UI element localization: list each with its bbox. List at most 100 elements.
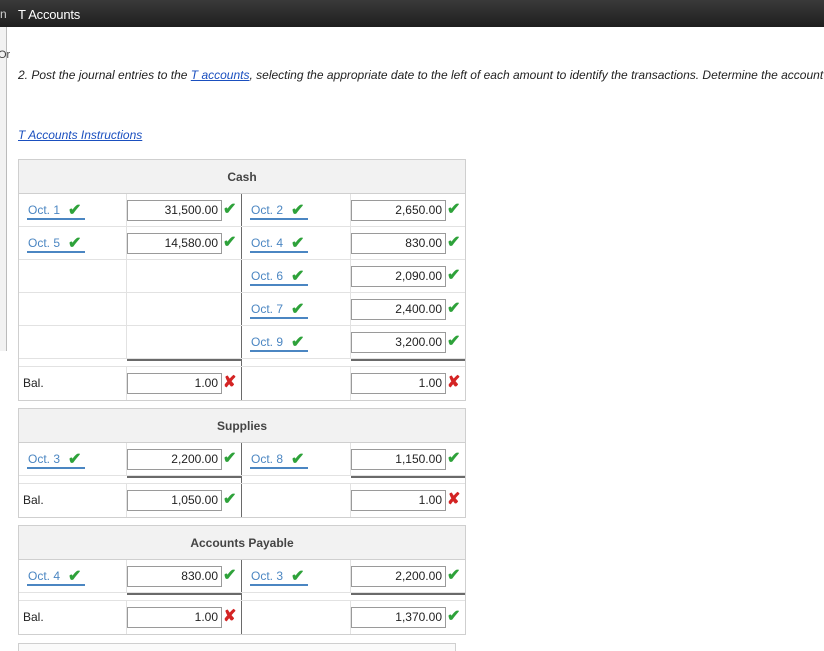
date-select[interactable]: Oct. 3 ✔ [27,451,85,469]
amount-input[interactable]: 3,200.00 [351,332,446,353]
check-icon: ✔ [447,267,461,284]
balance-input[interactable]: 1,370.00 [351,607,446,628]
amount-input[interactable]: 2,400.00 [351,299,446,320]
check-icon: ✔ [223,491,237,508]
right-balance-cell: 1,370.00 ✔ [351,601,465,634]
amount-input[interactable]: 830.00 [127,566,222,587]
table-row: Oct. 1 ✔ 31,500.00 ✔ Oct. 2 ✔ 2,650.00 ✔ [19,194,465,227]
amount-input[interactable]: 2,200.00 [127,449,222,470]
instructions-text: 2. Post the journal entries to the T acc… [18,68,823,82]
balance-label-cell: Bal. [19,367,127,400]
balance-label-cell: Bal. [19,601,127,634]
amount-input[interactable]: 31,500.00 [127,200,222,221]
check-icon: ✔ [291,268,305,285]
date-select[interactable]: Oct. 1 ✔ [27,202,85,220]
left-date-cell: Oct. 3 ✔ [19,443,127,475]
t-account-accounts-payable: Accounts Payable Oct. 4 ✔ 830.00 ✔ Oct. 3 ✔… [18,525,466,635]
left-date-cell [19,260,127,292]
right-amount-cell: 2,090.00 ✔ [351,260,465,292]
right-date-cell: Oct. 2 ✔ [242,194,351,226]
amount-input[interactable]: 14,580.00 [127,233,222,254]
check-icon: ✔ [68,202,82,219]
date-value: Oct. 9 [251,335,284,349]
left-balance-cell: 1.00 ✘ [127,367,242,400]
x-icon: ✘ [447,491,461,508]
account-title: Accounts Payable [19,526,465,560]
balance-input[interactable]: 1.00 [351,373,446,394]
left-panel-edge-char: Or [0,49,11,61]
table-row: Oct. 6 ✔ 2,090.00 ✔ [19,260,465,293]
amount-input[interactable]: 2,090.00 [351,266,446,287]
left-date-cell: Oct. 4 ✔ [19,560,127,592]
date-select[interactable]: Oct. 3 ✔ [250,568,308,586]
balance-input[interactable]: 1.00 [127,607,222,628]
amount-input[interactable]: 1,150.00 [351,449,446,470]
right-date-cell: Oct. 4 ✔ [242,227,351,259]
check-icon: ✔ [447,234,461,251]
balance-input[interactable]: 1.00 [351,490,446,511]
date-value: Oct. 2 [251,203,284,217]
amount-input[interactable]: 830.00 [351,233,446,254]
table-row: Oct. 4 ✔ 830.00 ✔ Oct. 3 ✔ 2,200.00 ✔ [19,560,465,593]
right-amount-cell: 1,150.00 ✔ [351,443,465,475]
balance-input[interactable]: 1.00 [127,373,222,394]
date-value: Oct. 6 [251,269,284,283]
right-amount-cell: 2,200.00 ✔ [351,560,465,592]
x-icon: ✘ [447,374,461,391]
balance-input[interactable]: 1,050.00 [127,490,222,511]
check-icon: ✔ [291,301,305,318]
balance-label: Bal. [23,610,44,624]
right-balance-cell: 1.00 ✘ [351,484,465,517]
right-date-cell: Oct. 6 ✔ [242,260,351,292]
date-select[interactable]: Oct. 4 ✔ [250,235,308,253]
amount-input[interactable]: 2,200.00 [351,566,446,587]
date-value: Oct. 3 [251,569,284,583]
check-icon: ✔ [447,333,461,350]
table-row: Oct. 5 ✔ 14,580.00 ✔ Oct. 4 ✔ 830.00 ✔ [19,227,465,260]
amount-input[interactable]: 2,650.00 [351,200,446,221]
right-amount-cell: 830.00 ✔ [351,227,465,259]
check-icon: ✔ [68,451,82,468]
date-value: Oct. 4 [251,236,284,250]
date-select[interactable]: Oct. 5 ✔ [27,235,85,253]
instructions-before: 2. Post the journal entries to the [18,68,191,82]
check-icon: ✔ [223,201,237,218]
account-title: Cash [19,160,465,194]
left-amount-cell [127,260,242,292]
t-account-supplies: Supplies Oct. 3 ✔ 2,200.00 ✔ Oct. 8 ✔ 1,150… [18,408,466,518]
check-icon: ✔ [291,235,305,252]
right-blank-cell [242,367,351,400]
check-icon: ✔ [68,235,82,252]
date-select[interactable]: Oct. 6 ✔ [250,268,308,286]
date-select[interactable]: Oct. 8 ✔ [250,451,308,469]
right-date-cell: Oct. 3 ✔ [242,560,351,592]
balance-row: Bal. 1.00 ✘ 1.00 ✘ [19,367,465,400]
check-icon: ✔ [68,568,82,585]
date-select[interactable]: Oct. 2 ✔ [250,202,308,220]
left-balance-cell: 1.00 ✘ [127,601,242,634]
date-select[interactable]: Oct. 7 ✔ [250,301,308,319]
date-value: Oct. 8 [251,452,284,466]
total-separator [19,593,465,601]
check-icon: ✔ [447,300,461,317]
t-accounts-instructions-link[interactable]: T Accounts Instructions [18,128,142,142]
x-icon: ✘ [223,608,237,625]
left-amount-cell: 14,580.00 ✔ [127,227,242,259]
table-row: Oct. 9 ✔ 3,200.00 ✔ [19,326,465,359]
check-icon: ✔ [447,201,461,218]
date-select[interactable]: Oct. 9 ✔ [250,334,308,352]
t-accounts-link[interactable]: T accounts [191,68,250,82]
left-amount-cell [127,293,242,325]
left-date-cell: Oct. 1 ✔ [19,194,127,226]
left-amount-cell [127,326,242,358]
check-icon: ✔ [223,450,237,467]
check-icon: ✔ [223,234,237,251]
date-value: Oct. 5 [28,236,61,250]
balance-row: Bal. 1.00 ✘ 1,370.00 ✔ [19,601,465,634]
check-icon: ✔ [291,334,305,351]
date-select[interactable]: Oct. 4 ✔ [27,568,85,586]
window-title: T Accounts [18,7,81,22]
total-separator [19,359,465,367]
title-bar-edge-char: n [0,7,7,21]
balance-row: Bal. 1,050.00 ✔ 1.00 ✘ [19,484,465,517]
